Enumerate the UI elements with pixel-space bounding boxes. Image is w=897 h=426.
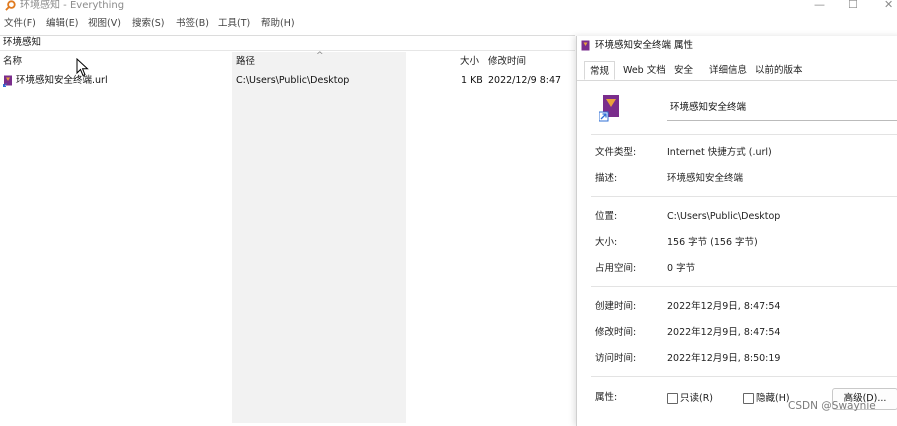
column-header-size[interactable]: 大小 xyxy=(460,55,479,69)
search-input-value: 环境感知 xyxy=(3,37,42,48)
menu-view[interactable]: 视图(V) xyxy=(88,17,121,31)
file-name-field[interactable]: 环境感知安全终端 xyxy=(667,98,897,121)
description-label: 描述: xyxy=(595,173,618,184)
column-header-path[interactable]: 路径 xyxy=(236,55,255,69)
modified-label: 修改时间: xyxy=(595,327,637,338)
divider xyxy=(591,376,897,377)
window-title: 环境感知 - Everything xyxy=(20,0,125,11)
shortcut-file-icon xyxy=(599,95,619,122)
divider xyxy=(591,286,897,287)
properties-dialog: 环境感知安全终端 属性 常规 Web 文档 安全 详细信息 以前的版本 环境感知… xyxy=(576,36,897,426)
created-value: 2022年12月9日, 8:47:54 xyxy=(667,301,781,312)
tab-details[interactable]: 详细信息 xyxy=(709,64,747,78)
menu-file[interactable]: 文件(F) xyxy=(4,17,36,31)
modified-value: 2022年12月9日, 8:47:54 xyxy=(667,327,781,338)
file-type-value: Internet 快捷方式 (.url) xyxy=(667,147,772,158)
size-value: 156 字节 (156 字节) xyxy=(667,237,758,248)
menu-tools[interactable]: 工具(T) xyxy=(218,17,250,31)
hidden-checkbox[interactable] xyxy=(743,393,754,404)
divider xyxy=(591,134,897,135)
disk-size-value: 0 字节 xyxy=(667,263,696,274)
column-header-name[interactable]: 名称 xyxy=(3,55,22,69)
location-label: 位置: xyxy=(595,211,618,222)
file-type-label: 文件类型: xyxy=(595,147,637,158)
search-input[interactable]: 环境感知 xyxy=(0,35,575,51)
tab-previous-versions[interactable]: 以前的版本 xyxy=(755,64,803,78)
readonly-checkbox[interactable] xyxy=(667,393,678,404)
watermark: CSDN @Swaynie xyxy=(788,400,876,412)
description-value: 环境感知安全终端 xyxy=(667,173,744,184)
tab-web-document[interactable]: Web 文档 xyxy=(623,64,666,78)
minimize-icon[interactable]: — xyxy=(814,0,825,11)
url-file-icon xyxy=(3,75,12,87)
path-column-highlight xyxy=(232,52,406,423)
maximize-icon[interactable]: ☐ xyxy=(848,0,858,11)
hidden-label[interactable]: 隐藏(H) xyxy=(756,392,790,405)
menu-help[interactable]: 帮助(H) xyxy=(261,17,295,31)
divider xyxy=(591,196,897,197)
file-name-value: 环境感知安全终端 xyxy=(670,102,747,113)
result-path[interactable]: C:\Users\Public\Desktop xyxy=(236,74,349,88)
column-header-modified[interactable]: 修改时间 xyxy=(488,55,526,69)
tab-security[interactable]: 安全 xyxy=(674,64,693,78)
accessed-label: 访问时间: xyxy=(595,353,637,364)
everything-app-icon xyxy=(5,0,16,11)
result-size[interactable]: 1 KB xyxy=(461,74,483,88)
created-label: 创建时间: xyxy=(595,301,637,312)
location-value: C:\Users\Public\Desktop xyxy=(667,211,781,222)
mouse-cursor-icon xyxy=(76,58,89,77)
title-bar: 环境感知 - Everything — ☐ ✕ xyxy=(0,0,897,14)
close-icon[interactable]: ✕ xyxy=(884,0,893,11)
sort-arrow-icon: ^ xyxy=(316,51,324,61)
tab-general[interactable]: 常规 xyxy=(584,61,616,80)
menu-search[interactable]: 搜索(S) xyxy=(132,17,164,31)
result-modified[interactable]: 2022/12/9 8:47 xyxy=(488,74,561,88)
readonly-label[interactable]: 只读(R) xyxy=(680,392,713,405)
dialog-title: 环境感知安全终端 属性 xyxy=(595,40,694,51)
accessed-value: 2022年12月9日, 8:50:19 xyxy=(667,353,781,364)
attributes-label: 属性: xyxy=(595,392,618,403)
menu-edit[interactable]: 编辑(E) xyxy=(46,17,78,31)
size-label: 大小: xyxy=(595,237,618,248)
dialog-tabs: 常规 Web 文档 安全 详细信息 以前的版本 xyxy=(577,60,897,81)
dialog-file-icon xyxy=(581,40,590,51)
result-name[interactable]: 环境感知安全终端.url xyxy=(16,74,108,88)
disk-size-label: 占用空间: xyxy=(595,263,637,274)
menu-bookmarks[interactable]: 书签(B) xyxy=(176,17,209,31)
